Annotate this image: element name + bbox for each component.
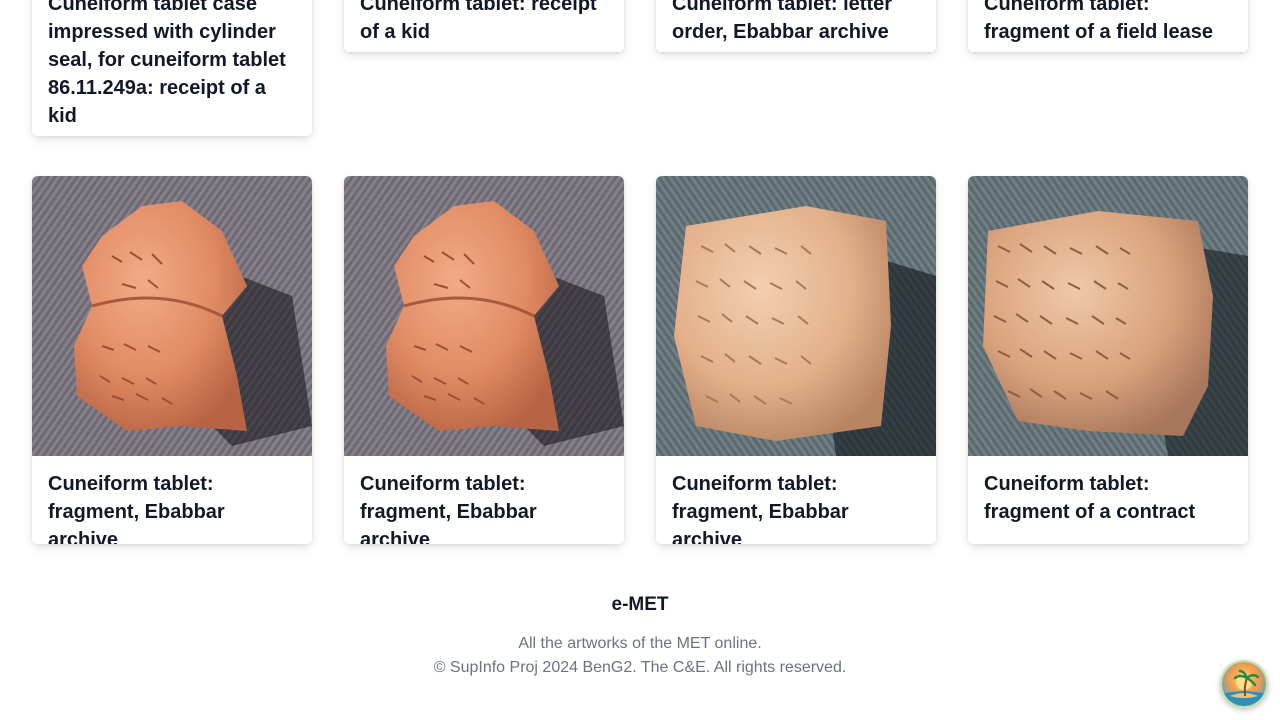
artwork-image[interactable] (32, 176, 312, 456)
artwork-title: Cuneiform tablet: fragment, Ebabbar arch… (360, 473, 537, 544)
footer-copyright: © SupInfo Proj 2024 BenG2. The C&E. All … (433, 659, 847, 676)
artwork-title: Cuneiform tablet: fragment of a field le… (984, 0, 1213, 43)
palm-island-button[interactable] (1220, 660, 1268, 708)
artwork-card[interactable]: Cuneiform tablet: fragment, Ebabbar arch… (32, 176, 312, 544)
artwork-card[interactable]: Cuneiform tablet case impressed with cyl… (32, 0, 312, 136)
artwork-title: Cuneiform tablet: fragment, Ebabbar arch… (672, 473, 849, 544)
artwork-title: Cuneiform tablet: fragment of a contract (984, 473, 1196, 523)
artwork-card[interactable]: Cuneiform tablet: fragment, Ebabbar arch… (344, 176, 624, 544)
footer-tagline: All the artworks of the MET online. (518, 635, 762, 652)
artwork-image[interactable] (656, 176, 936, 456)
artwork-card[interactable]: Cuneiform tablet: fragment of a contract (968, 176, 1248, 544)
palm-island-icon (1222, 662, 1266, 706)
artwork-card[interactable]: Cuneiform tablet: letter order, Ebabbar … (656, 0, 936, 52)
artwork-title: Cuneiform tablet case impressed with cyl… (48, 0, 286, 127)
artwork-title: Cuneiform tablet: fragment, Ebabbar arch… (48, 473, 225, 544)
artwork-title: Cuneiform tablet: receipt of a kid (360, 0, 597, 43)
artwork-image[interactable] (344, 176, 624, 456)
artwork-title: Cuneiform tablet: letter order, Ebabbar … (672, 0, 893, 43)
artwork-image[interactable] (968, 176, 1248, 456)
footer-brand: e-MET (611, 594, 669, 615)
artwork-card[interactable]: Cuneiform tablet: receipt of a kid (344, 0, 624, 52)
artwork-card[interactable]: Cuneiform tablet: fragment of a field le… (968, 0, 1248, 52)
artwork-card[interactable]: Cuneiform tablet: fragment, Ebabbar arch… (656, 176, 936, 544)
